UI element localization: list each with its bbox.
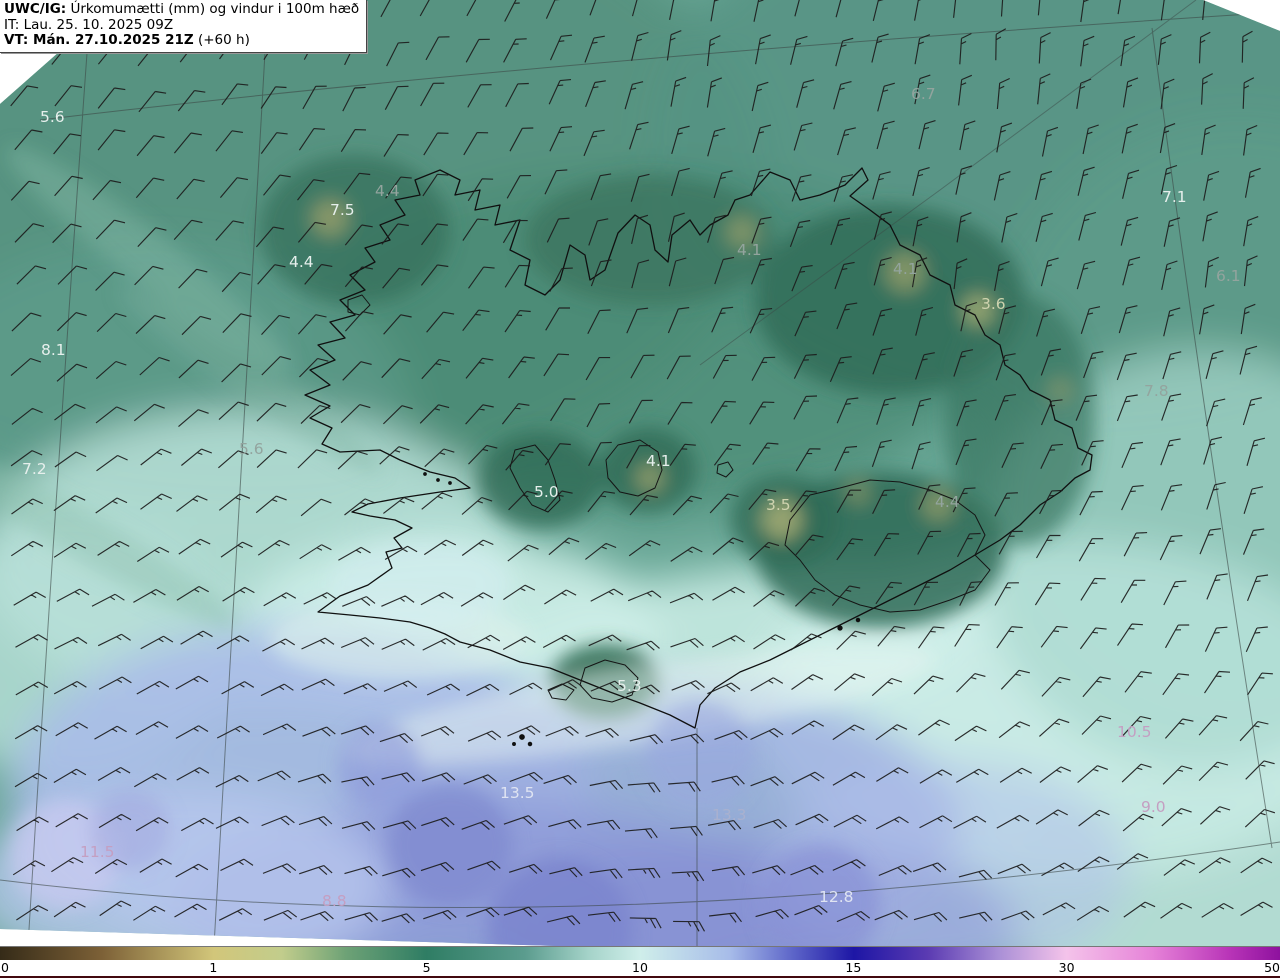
precip-value-label: 7.5 <box>330 201 355 219</box>
valid-offset: (+60 h) <box>193 32 250 48</box>
precip-value-label: 13.5 <box>500 784 535 802</box>
title-line-valid: VT: Mán. 27.10.2025 21Z (+60 h) <box>4 32 359 49</box>
precip-value-label: 7.2 <box>22 460 47 478</box>
precip-value-label: 6.1 <box>1216 267 1241 285</box>
precip-value-label: 12.8 <box>819 888 854 906</box>
colorbar-tick: 10 <box>632 960 648 975</box>
precip-value-label: 7.1 <box>1162 188 1187 206</box>
precip-value-label: 4.4 <box>289 253 314 271</box>
title-line-field: UWC/IG: Úrkomumætti (mm) og vindur i 100… <box>4 1 360 18</box>
precip-value-label: 5.6 <box>40 108 65 126</box>
precip-value-label: 11.5 <box>80 843 115 861</box>
precipitation-field-layer: 5.6 6.7 7.1 6.1 4.4 7.5 4.4 4.1 4.1 3.6 8.1 7.8 7.2 5… <box>0 0 1280 946</box>
precip-value-label: 5.3 <box>617 677 642 695</box>
colorbar-tick: 15 <box>845 960 862 975</box>
precip-value-label: 4.1 <box>893 260 918 278</box>
title-line-init: IT: Lau. 25. 10. 2025 09Z <box>4 16 174 33</box>
precip-value-label: 8.1 <box>41 341 66 359</box>
precip-value-label: 4.4 <box>375 182 400 200</box>
colorbar-legend: 0 1 5 10 15 30 50 <box>0 946 1280 978</box>
colorbar-tick: 1 <box>209 960 218 975</box>
precipitation-wind-map: 5.6 6.7 7.1 6.1 4.4 7.5 4.4 4.1 4.1 3.6 8.1 7.8 7.2 5… <box>0 0 1280 946</box>
precip-value-label: 9.0 <box>1141 798 1166 816</box>
chart-title-box: UWC/IG: Úrkomumætti (mm) og vindur i 100… <box>0 0 368 53</box>
valid-time: VT: Mán. 27.10.2025 21Z <box>4 32 194 48</box>
precip-value-label: 5.6 <box>239 440 264 458</box>
precip-value-label: 4.4 <box>935 493 960 511</box>
precip-value-label: 13.3 <box>712 806 747 824</box>
colorbar-tick: 5 <box>422 960 431 975</box>
colorbar-tick: 30 <box>1058 960 1075 975</box>
precip-value-label: 5.0 <box>534 483 559 501</box>
colorbar-tick: 0 <box>1 960 9 975</box>
precip-value-label: 6.7 <box>911 85 936 103</box>
field-description: Úrkomumætti (mm) og vindur i 100m hæð <box>66 1 360 17</box>
colorbar-tick-labels: 0 1 5 10 15 30 50 <box>0 960 1280 976</box>
precip-value-label: 4.1 <box>737 241 762 259</box>
precip-value-label: 7.8 <box>1144 382 1169 400</box>
precip-value-label: 10.5 <box>1117 723 1152 741</box>
colorbar-gradient <box>0 946 1280 960</box>
precip-value-label: 4.1 <box>646 452 671 470</box>
colorbar-tick: 50 <box>1264 960 1280 975</box>
weather-chart-page: 5.6 6.7 7.1 6.1 4.4 7.5 4.4 4.1 4.1 3.6 8.1 7.8 7.2 5… <box>0 0 1280 978</box>
precip-value-label: 3.6 <box>981 295 1006 313</box>
precip-value-label: 3.5 <box>766 496 791 514</box>
precip-value-label: 8.8 <box>322 892 347 910</box>
model-name: UWC/IG: <box>4 1 67 17</box>
